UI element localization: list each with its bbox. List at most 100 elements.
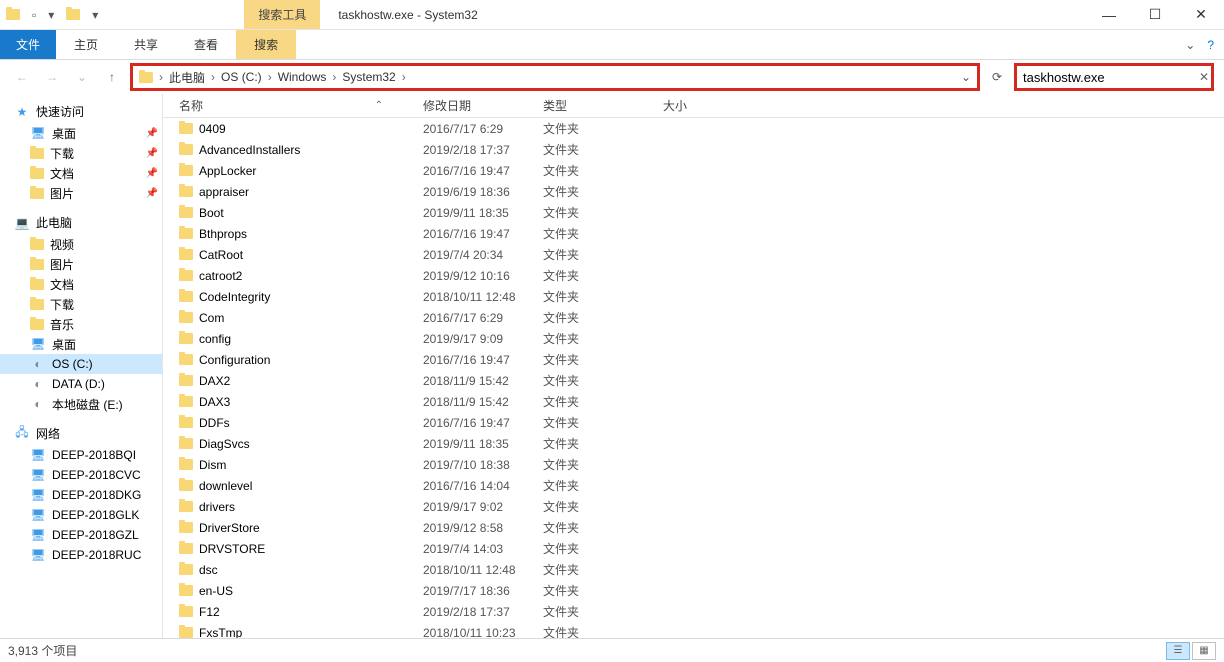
address-dropdown-icon[interactable]: ⌄ (961, 70, 971, 84)
chevron-right-icon[interactable]: › (268, 70, 272, 84)
sidebar-item[interactable]: 🖥DEEP-2018CVC (0, 465, 162, 485)
sidebar-item[interactable]: 🖥DEEP-2018DKG (0, 485, 162, 505)
sidebar-item[interactable]: 视频 (0, 234, 162, 254)
sidebar-item[interactable]: 下载📌 (0, 143, 162, 163)
table-row[interactable]: 04092016/7/17 6:29文件夹 (163, 118, 1224, 139)
folder-icon[interactable] (6, 9, 20, 20)
table-row[interactable]: F122019/2/18 17:37文件夹 (163, 601, 1224, 622)
chevron-right-icon[interactable]: › (332, 70, 336, 84)
table-row[interactable]: en-US2019/7/17 18:36文件夹 (163, 580, 1224, 601)
mon-icon: 🖥 (30, 336, 46, 352)
sidebar-item[interactable]: 图片📌 (0, 183, 162, 203)
table-row[interactable]: Configuration2016/7/16 19:47文件夹 (163, 349, 1224, 370)
address-bar[interactable]: › 此电脑 › OS (C:) › Windows › System32 › ⌄ (130, 63, 980, 91)
table-row[interactable]: DRVSTORE2019/7/4 14:03文件夹 (163, 538, 1224, 559)
table-row[interactable]: Dism2019/7/10 18:38文件夹 (163, 454, 1224, 475)
table-row[interactable]: Bthprops2016/7/16 19:47文件夹 (163, 223, 1224, 244)
breadcrumb[interactable]: OS (C:) (221, 70, 262, 84)
search-box[interactable]: ✕ (1014, 63, 1214, 91)
table-row[interactable]: downlevel2016/7/16 14:04文件夹 (163, 475, 1224, 496)
file-rows[interactable]: 04092016/7/17 6:29文件夹AdvancedInstallers2… (163, 118, 1224, 638)
icons-view-button[interactable]: ▦ (1192, 642, 1216, 660)
clear-search-icon[interactable]: ✕ (1199, 70, 1209, 84)
maximize-button[interactable]: ☐ (1132, 0, 1178, 29)
sidebar-group-header[interactable]: 🖧网络 (0, 422, 162, 445)
sidebar-item[interactable]: 🖥DEEP-2018GZL (0, 525, 162, 545)
net-icon: 🖧 (14, 426, 30, 442)
table-row[interactable]: DriverStore2019/9/12 8:58文件夹 (163, 517, 1224, 538)
sidebar-item[interactable]: 🖥桌面 (0, 334, 162, 354)
table-row[interactable]: drivers2019/9/17 9:02文件夹 (163, 496, 1224, 517)
table-row[interactable]: DiagSvcs2019/9/11 18:35文件夹 (163, 433, 1224, 454)
chevron-right-icon[interactable]: › (402, 70, 406, 84)
back-button[interactable]: ← (10, 65, 34, 89)
table-row[interactable]: dsc2018/10/11 12:48文件夹 (163, 559, 1224, 580)
sidebar-item[interactable]: ◐DATA (D:) (0, 374, 162, 394)
forward-button[interactable]: → (40, 65, 64, 89)
search-input[interactable] (1023, 70, 1199, 85)
sidebar-item[interactable]: 下载 (0, 294, 162, 314)
table-row[interactable]: FxsTmp2018/10/11 10:23文件夹 (163, 622, 1224, 638)
sidebar-item[interactable]: 🖥DEEP-2018GLK (0, 505, 162, 525)
qat-item-icon[interactable]: ▫ (32, 8, 36, 22)
table-row[interactable]: DAX32018/11/9 15:42文件夹 (163, 391, 1224, 412)
details-view-button[interactable]: ☰ (1166, 642, 1190, 660)
qat-item-icon[interactable]: ▾ (92, 8, 98, 22)
column-type[interactable]: 类型 (543, 97, 663, 114)
folder-icon (179, 228, 193, 239)
navigation-pane[interactable]: ★快速访问🖥桌面📌下载📌文档📌图片📌 💻此电脑视频图片文档下载音乐🖥桌面◐OS (… (0, 94, 163, 638)
sidebar-item[interactable]: 图片 (0, 254, 162, 274)
tab-share[interactable]: 共享 (116, 30, 176, 59)
sidebar-item[interactable]: 🖥DEEP-2018BQI (0, 445, 162, 465)
folder-icon[interactable] (66, 9, 80, 20)
table-row[interactable]: appraiser2019/6/19 18:36文件夹 (163, 181, 1224, 202)
qat-item-icon[interactable]: ▾ (48, 8, 54, 22)
refresh-button[interactable]: ⟳ (986, 70, 1008, 84)
mon-icon: 🖥 (30, 507, 46, 523)
up-button[interactable]: ↑ (100, 65, 124, 89)
minimize-button[interactable]: — (1086, 0, 1132, 29)
file-name: Dism (199, 458, 226, 472)
table-row[interactable]: AdvancedInstallers2019/2/18 17:37文件夹 (163, 139, 1224, 160)
close-button[interactable]: ✕ (1178, 0, 1224, 29)
column-size[interactable]: 大小 (663, 97, 763, 114)
column-name[interactable]: 名称 ⌃ (163, 97, 423, 114)
help-icon[interactable]: ? (1207, 38, 1214, 52)
chevron-right-icon[interactable]: › (159, 70, 163, 84)
sidebar-item[interactable]: 文档📌 (0, 163, 162, 183)
table-row[interactable]: AppLocker2016/7/16 19:47文件夹 (163, 160, 1224, 181)
breadcrumb[interactable]: Windows (278, 70, 327, 84)
search-tools-tab[interactable]: 搜索工具 (244, 0, 320, 29)
sidebar-item[interactable]: 音乐 (0, 314, 162, 334)
sidebar-item[interactable]: 🖥桌面📌 (0, 123, 162, 143)
sidebar-group-header[interactable]: 💻此电脑 (0, 211, 162, 234)
history-dropdown[interactable]: ⌄ (70, 65, 94, 89)
table-row[interactable]: DDFs2016/7/16 19:47文件夹 (163, 412, 1224, 433)
chevron-right-icon[interactable]: › (211, 70, 215, 84)
pin-icon: 📌 (146, 128, 158, 139)
table-row[interactable]: Com2016/7/17 6:29文件夹 (163, 307, 1224, 328)
sidebar-item[interactable]: 🖥DEEP-2018RUC (0, 545, 162, 565)
column-date[interactable]: 修改日期 (423, 97, 543, 114)
file-name: Boot (199, 206, 224, 220)
breadcrumb[interactable]: 此电脑 (169, 69, 205, 86)
file-name: AppLocker (199, 164, 256, 178)
sidebar-item[interactable]: 文档 (0, 274, 162, 294)
table-row[interactable]: CodeIntegrity2018/10/11 12:48文件夹 (163, 286, 1224, 307)
folder-icon (179, 522, 193, 533)
table-row[interactable]: CatRoot2019/7/4 20:34文件夹 (163, 244, 1224, 265)
tab-search[interactable]: 搜索 (236, 30, 296, 59)
tab-view[interactable]: 查看 (176, 30, 236, 59)
sidebar-group-header[interactable]: ★快速访问 (0, 100, 162, 123)
ribbon-expand-icon[interactable]: ⌄ (1185, 38, 1195, 52)
table-row[interactable]: DAX22018/11/9 15:42文件夹 (163, 370, 1224, 391)
tab-home[interactable]: 主页 (56, 30, 116, 59)
table-row[interactable]: Boot2019/9/11 18:35文件夹 (163, 202, 1224, 223)
table-row[interactable]: config2019/9/17 9:09文件夹 (163, 328, 1224, 349)
breadcrumb[interactable]: System32 (342, 70, 395, 84)
sidebar-item[interactable]: ◐OS (C:) (0, 354, 162, 374)
table-row[interactable]: catroot22019/9/12 10:16文件夹 (163, 265, 1224, 286)
file-type: 文件夹 (543, 414, 663, 431)
sidebar-item[interactable]: ◐本地磁盘 (E:) (0, 394, 162, 414)
file-tab[interactable]: 文件 (0, 30, 56, 59)
